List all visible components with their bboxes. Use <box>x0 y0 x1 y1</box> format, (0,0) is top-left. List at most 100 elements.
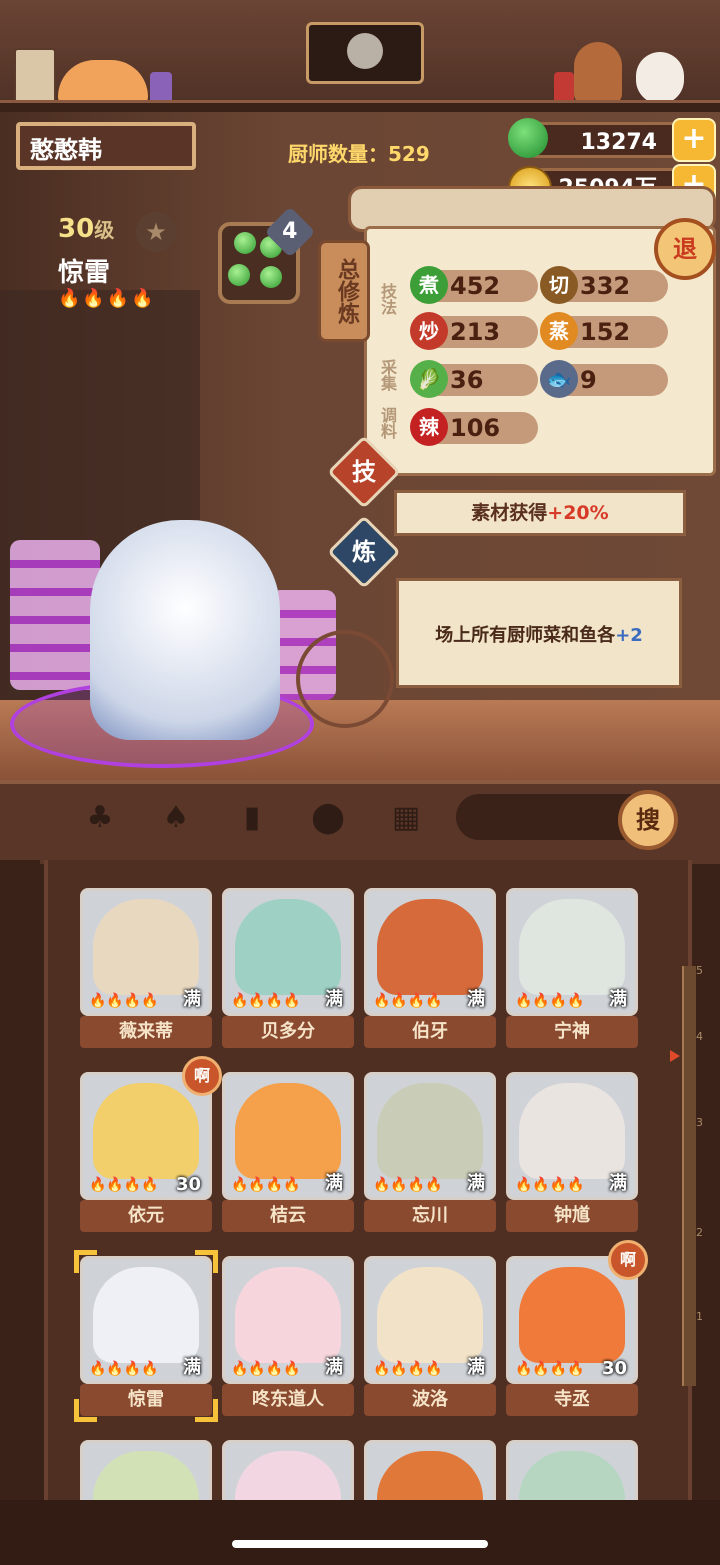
scale-number: 1 <box>696 1310 703 1323</box>
stat-value: 106 <box>450 414 501 442</box>
chef-card[interactable]: 🔥🔥🔥🔥 满薇来蒂 <box>80 888 212 1048</box>
stat-value: 332 <box>580 272 631 300</box>
selection-corner <box>195 1399 218 1422</box>
chef-card[interactable]: 🔥🔥🔥🔥 30 寺丞 啊 <box>506 1240 648 1416</box>
stat-type-icon: 🐟 <box>540 360 578 398</box>
chef-card[interactable]: 🔥🔥🔥🔥 满贝多分 <box>222 888 354 1048</box>
chef-card-name: 桔云 <box>222 1200 354 1232</box>
cultivation-stat: 蒸 152 <box>540 312 668 350</box>
chef-portrait <box>93 1451 199 1500</box>
jade-icon <box>508 118 548 158</box>
cultivation-stat: 炒 213 <box>410 312 538 350</box>
chef-portrait-frame <box>80 1440 212 1500</box>
rarity-flames: 🔥🔥🔥🔥 <box>89 1177 159 1193</box>
rarity-flames: 🔥🔥🔥🔥 <box>231 1177 301 1193</box>
chef-portrait <box>93 899 199 995</box>
scale-number: 3 <box>696 1116 703 1129</box>
new-dish-tag: 啊 <box>182 1056 222 1096</box>
stat-type-icon: 蒸 <box>540 312 578 350</box>
scale-number: 5 <box>696 964 703 977</box>
material-bonus-box: 素材获得+20% <box>394 490 686 536</box>
chef-portrait <box>519 1451 625 1500</box>
total-cultivation-tab[interactable]: 总修炼 <box>318 240 370 342</box>
chef-portrait <box>519 1083 625 1179</box>
chef-portrait <box>235 1451 341 1500</box>
level-badge: 满 <box>467 1357 485 1378</box>
meat-icon[interactable]: ♠ <box>156 798 196 838</box>
chef-card[interactable]: 🔥🔥🔥🔥 满伯牙 <box>364 888 496 1048</box>
green-gem-icon <box>260 266 282 288</box>
chef-portrait-frame: 🔥🔥🔥🔥 满 <box>364 1256 496 1384</box>
stat-value: 152 <box>580 318 631 346</box>
chef-portrait-frame <box>506 1440 638 1500</box>
chef-card-name: 薇来蒂 <box>80 1016 212 1048</box>
lightning-aura-left <box>10 540 100 690</box>
location-icon[interactable]: ⬤ <box>308 798 348 838</box>
chef-name: 惊雷 <box>58 258 111 288</box>
technique-button-label: 技 <box>352 458 376 486</box>
chef-card-name: 忘川 <box>364 1200 496 1232</box>
chef-portrait-frame: 🔥🔥🔥🔥 满 <box>364 1072 496 1200</box>
chef-portrait-frame: 🔥🔥🔥🔥 满 <box>222 1256 354 1384</box>
chef-card[interactable]: 🔥🔥🔥🔥 30 依元 啊 <box>80 1056 222 1232</box>
chef-card[interactable]: 🔥🔥🔥🔥 满忘川 <box>364 1072 496 1232</box>
level-badge: 满 <box>467 989 485 1010</box>
skill-effect-box: 场上所有厨师菜和鱼各+2 <box>396 578 682 688</box>
chef-portrait-frame: 🔥🔥🔥🔥 满 <box>506 888 638 1016</box>
chef-portrait <box>519 1267 625 1363</box>
chef-portrait-frame: 🔥🔥🔥🔥 满 <box>80 1256 212 1384</box>
star-icon[interactable]: ★ <box>136 212 176 252</box>
chef-portrait-frame: 🔥🔥🔥🔥 满 <box>80 888 212 1016</box>
chef-card[interactable]: 🔥🔥🔥🔥 满惊雷 <box>74 1250 218 1422</box>
search-button[interactable]: 搜 <box>618 790 678 850</box>
jar-icon[interactable]: ▮ <box>232 798 272 838</box>
chef-card[interactable]: 🔥🔥🔥🔥 满宁神 <box>506 888 638 1048</box>
chef-portrait <box>235 1083 341 1179</box>
effect-value: +2 <box>615 625 643 646</box>
chef-level-unit: 级 <box>94 218 115 242</box>
level-badge: 满 <box>467 1173 485 1194</box>
player-name-plate[interactable]: 憨憨韩 <box>16 122 196 170</box>
level-badge: 满 <box>325 1357 343 1378</box>
rarity-flames: 🔥🔥🔥🔥 <box>373 993 443 1009</box>
bottom-band <box>0 1500 720 1565</box>
chef-card[interactable]: 🔥🔥🔥🔥 满咚东道人 <box>222 1256 354 1416</box>
home-indicator[interactable] <box>232 1540 488 1548</box>
chef-portrait-frame: 🔥🔥🔥🔥 满 <box>222 888 354 1016</box>
chef-card-name: 贝多分 <box>222 1016 354 1048</box>
level-badge: 满 <box>609 1173 627 1194</box>
add-jade-button[interactable]: + <box>672 118 716 162</box>
chef-card[interactable]: 🔥🔥🔥🔥 满桔云 <box>222 1072 354 1232</box>
chef-portrait-frame: 🔥🔥🔥🔥 满 <box>506 1072 638 1200</box>
chef-card[interactable] <box>506 1440 638 1500</box>
chef-card[interactable] <box>364 1440 496 1500</box>
chef-card[interactable]: 🔥🔥🔥🔥 满钟馗 <box>506 1072 638 1232</box>
chef-portrait-frame: 🔥🔥🔥🔥 满 <box>222 1072 354 1200</box>
selection-corner <box>74 1399 97 1422</box>
chef-rarity-flames: 🔥🔥🔥🔥 <box>58 288 156 309</box>
seasoning-label: 调料 <box>378 407 397 439</box>
level-badge: 满 <box>183 1357 201 1378</box>
selection-corner <box>74 1250 97 1273</box>
scroll-scale[interactable] <box>682 966 696 1386</box>
chef-card[interactable] <box>80 1440 212 1500</box>
chef-card[interactable] <box>222 1440 354 1500</box>
ingredient-icon[interactable]: ♣ <box>80 798 120 838</box>
back-button[interactable]: 退 <box>654 218 716 280</box>
level-badge: 满 <box>609 989 627 1010</box>
stat-type-icon: 切 <box>540 266 578 304</box>
stat-value: 213 <box>450 318 501 346</box>
selection-corner <box>195 1250 218 1273</box>
level-badge: 满 <box>325 989 343 1010</box>
map-icon[interactable]: ▦ <box>386 798 426 838</box>
scroll-position-marker[interactable] <box>670 1050 680 1062</box>
stat-type-icon: 煮 <box>410 266 448 304</box>
technique-label: 技法 <box>378 283 397 315</box>
cultivation-stat: 煮 452 <box>410 266 538 304</box>
chef-card[interactable]: 🔥🔥🔥🔥 满波洛 <box>364 1256 496 1416</box>
chef-character-portrait[interactable] <box>90 520 280 740</box>
chef-portrait <box>235 1267 341 1363</box>
chef-level-value: 30 <box>58 214 95 244</box>
level-badge: 30 <box>175 1174 201 1195</box>
scale-number: 2 <box>696 1226 703 1239</box>
